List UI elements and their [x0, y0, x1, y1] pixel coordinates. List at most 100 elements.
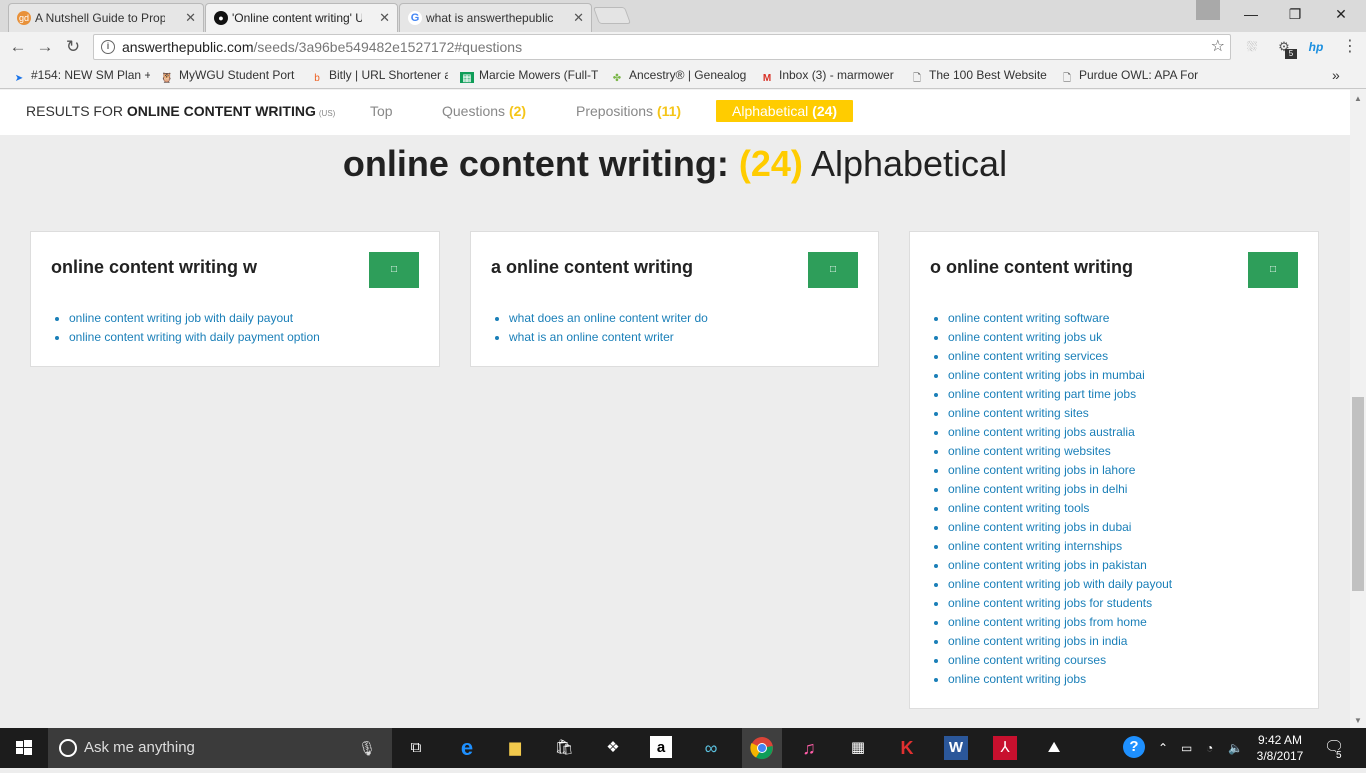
profile-avatar-icon[interactable]	[1196, 0, 1220, 20]
google-favicon-icon: G	[408, 11, 422, 25]
suggestion-link[interactable]: what does an online content writer do	[509, 311, 708, 325]
bookmark-star-icon[interactable]: ☆	[1211, 35, 1225, 59]
show-hidden-icons-icon[interactable]: ⌃	[1158, 728, 1168, 768]
suggestion-link[interactable]: online content writing with daily paymen…	[69, 330, 320, 344]
suggestion-link[interactable]: online content writing job with daily pa…	[948, 577, 1172, 591]
suggestion-link[interactable]: online content writing internships	[948, 539, 1122, 553]
bookmark-item[interactable]: M Inbox (3) - marmower	[760, 67, 898, 83]
back-arrow-icon[interactable]: ←	[7, 36, 29, 58]
wifi-icon[interactable]: ◔	[1206, 728, 1213, 768]
itunes-icon[interactable]: ♫	[797, 736, 821, 760]
dropbox-icon[interactable]: ❖	[601, 736, 625, 760]
suggestion-link[interactable]: online content writing sites	[948, 406, 1089, 420]
suggestion-link[interactable]: online content writing jobs in lahore	[948, 463, 1135, 477]
help-icon[interactable]: ?	[1123, 736, 1145, 758]
scroll-down-icon[interactable]: ▼	[1354, 716, 1362, 725]
start-button[interactable]	[0, 728, 48, 768]
address-bar[interactable]: i answerthepublic.com/seeds/3a96be549482…	[93, 34, 1231, 60]
list-item: online content writing job with daily pa…	[69, 309, 320, 328]
reload-icon[interactable]: ↻	[62, 36, 84, 58]
bookmark-item[interactable]: ✤ Ancestry® | Genealog	[610, 67, 748, 83]
chrome-icon[interactable]	[742, 728, 782, 768]
suggestion-link[interactable]: online content writing websites	[948, 444, 1111, 458]
suggestion-link[interactable]: online content writing jobs in delhi	[948, 482, 1127, 496]
infinity-app-icon[interactable]: ∞	[699, 736, 723, 760]
suggestion-link[interactable]: online content writing part time jobs	[948, 387, 1136, 401]
notification-count: 5	[1336, 750, 1342, 762]
suggestion-link[interactable]: online content writing jobs in india	[948, 634, 1127, 648]
more-bookmarks-icon[interactable]: »	[1332, 67, 1352, 83]
results-nav-bar: RESULTS FOR ONLINE CONTENT WRITING (US) T…	[0, 90, 1350, 135]
browser-tab-google-search[interactable]: G what is answerthepublic ✕	[399, 3, 592, 32]
search-copy-button[interactable]: □	[1248, 252, 1298, 288]
answerthepublic-favicon-icon: ●	[214, 11, 228, 25]
search-copy-button[interactable]: □	[808, 252, 858, 288]
bookmark-item[interactable]: 🗋 Purdue OWL: APA For	[1060, 67, 1198, 83]
tab-top[interactable]: Top	[370, 103, 393, 119]
action-center-icon[interactable]: 🗨	[1324, 728, 1344, 768]
suggestion-link[interactable]: online content writing jobs uk	[948, 330, 1102, 344]
suggestion-link[interactable]: online content writing jobs in pakistan	[948, 558, 1147, 572]
suggestion-link[interactable]: online content writing jobs in mumbai	[948, 368, 1145, 382]
file-explorer-icon[interactable]: ▆	[503, 736, 527, 760]
browser-tab-nutshell-guide[interactable]: gd A Nutshell Guide to Prop ✕	[8, 3, 204, 32]
scroll-up-icon[interactable]: ▲	[1354, 94, 1362, 103]
suggestion-link[interactable]: online content writing jobs australia	[948, 425, 1135, 439]
pdf-extension-icon[interactable]: ⛆	[1242, 37, 1262, 57]
bookmark-item[interactable]: ▦ Marcie Mowers (Full-T	[460, 67, 598, 83]
calculator-icon[interactable]: ▦	[846, 736, 870, 760]
suggestion-link[interactable]: what is an online content writer	[509, 330, 674, 344]
suggestion-link[interactable]: online content writing tools	[948, 501, 1089, 515]
minimize-icon[interactable]: —	[1228, 0, 1274, 28]
tab-prepositions[interactable]: Prepositions (11)	[576, 103, 681, 119]
suggestion-link[interactable]: online content writing software	[948, 311, 1109, 325]
scrollbar-thumb[interactable]	[1352, 397, 1364, 591]
store-icon[interactable]: 🛍	[552, 736, 576, 760]
bookmark-item[interactable]: 🦉 MyWGU Student Port	[160, 67, 298, 83]
bookmark-item[interactable]: ➤ #154: NEW SM Plan +	[12, 67, 150, 83]
result-card: online content writing w □ online conten…	[30, 231, 440, 367]
kaspersky-icon[interactable]: K	[895, 736, 919, 760]
list-item: online content writing services	[948, 347, 1172, 366]
suggestion-link[interactable]: online content writing jobs	[948, 672, 1086, 686]
task-view-icon[interactable]: ⧉	[404, 736, 428, 760]
list-item: online content writing jobs in pakistan	[948, 556, 1172, 575]
menu-icon[interactable]: ⋮	[1340, 37, 1360, 57]
bookmark-item[interactable]: b Bitly | URL Shortener a	[310, 67, 448, 83]
close-icon[interactable]: ✕	[185, 10, 196, 26]
tab-strip: gd A Nutshell Guide to Prop ✕ ● 'Online …	[0, 0, 1366, 32]
window-close-icon[interactable]: ✕	[1318, 0, 1364, 28]
suggestion-link[interactable]: online content writing jobs for students	[948, 596, 1152, 610]
cortana-search-box[interactable]: Ask me anything 🎙	[48, 728, 392, 768]
close-icon[interactable]: ✕	[573, 10, 584, 26]
suggestion-link[interactable]: online content writing job with daily pa…	[69, 311, 293, 325]
volume-icon[interactable]: 🔈	[1228, 728, 1243, 768]
browser-tab-answerthepublic[interactable]: ● 'Online content writing' U ✕	[205, 3, 398, 32]
url-host: answerthepublic.com	[122, 39, 254, 55]
acrobat-icon[interactable]: ⅄	[993, 736, 1017, 760]
info-icon[interactable]: i	[101, 40, 115, 54]
edge-icon[interactable]: e	[455, 736, 479, 760]
list-item: online content writing with daily paymen…	[69, 328, 320, 347]
restore-icon[interactable]: ❐	[1272, 0, 1318, 28]
suggestion-link[interactable]: online content writing courses	[948, 653, 1106, 667]
photos-icon[interactable]: ⛰	[1042, 736, 1066, 760]
tab-questions[interactable]: Questions (2)	[442, 103, 526, 119]
suggestion-link[interactable]: online content writing jobs in dubai	[948, 520, 1131, 534]
hp-extension-icon[interactable]: hp	[1306, 37, 1326, 57]
bookmark-item[interactable]: 🗋 The 100 Best Website	[910, 67, 1048, 83]
new-tab-button[interactable]	[592, 7, 632, 24]
amazon-icon[interactable]: a	[650, 736, 672, 758]
list-item: online content writing tools	[948, 499, 1172, 518]
microphone-icon[interactable]: 🎙	[358, 728, 376, 768]
close-icon[interactable]: ✕	[379, 10, 390, 26]
suggestion-link[interactable]: online content writing services	[948, 349, 1108, 363]
system-clock[interactable]: 9:42 AM 3/8/2017	[1252, 732, 1308, 764]
search-copy-button[interactable]: □	[369, 252, 419, 288]
word-icon[interactable]: W	[944, 736, 968, 760]
scrollbar[interactable]: ▲ ▼	[1350, 90, 1366, 728]
battery-icon[interactable]: ▭	[1181, 728, 1192, 768]
suggestion-link[interactable]: online content writing jobs from home	[948, 615, 1147, 629]
tab-alphabetical[interactable]: Alphabetical (24)	[716, 100, 854, 122]
forward-arrow-icon[interactable]: →	[34, 36, 56, 58]
